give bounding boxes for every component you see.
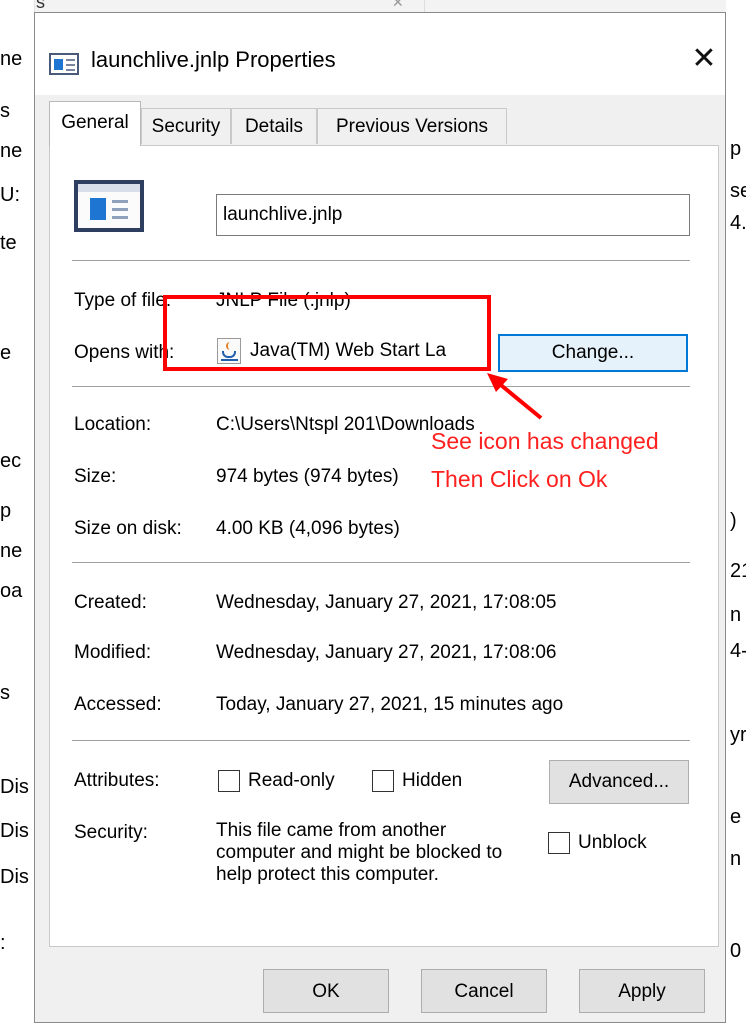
annotation-line2: Then Click on Ok [431, 466, 608, 492]
advanced-button[interactable]: Advanced... [549, 760, 689, 804]
background-text-fragment: te [0, 232, 17, 254]
change-button[interactable]: Change... [498, 334, 688, 372]
background-text-fragment: ne [0, 140, 23, 162]
separator [72, 260, 690, 261]
separator [72, 386, 690, 387]
background-text-fragment: Dis [0, 776, 29, 798]
general-tab-panel: Type of file: JNLP File (.jnlp) Opens wi… [49, 145, 719, 947]
background-text-fragment: 4. [730, 212, 746, 234]
cancel-button[interactable]: Cancel [421, 969, 547, 1013]
attributes-label: Attributes: [74, 770, 160, 791]
tab-previous-versions[interactable]: Previous Versions [317, 108, 507, 144]
created-value: Wednesday, January 27, 2021, 17:08:05 [216, 592, 557, 613]
separator [72, 562, 690, 563]
properties-dialog: launchlive.jnlp Properties ✕ General Sec… [34, 12, 726, 1023]
dialog-title: launchlive.jnlp Properties [91, 47, 336, 72]
file-type-icon [74, 180, 144, 232]
tab-security[interactable]: Security [141, 108, 231, 144]
background-text-fragment: U: [0, 184, 20, 206]
security-message-line: This file came from another [216, 820, 447, 841]
hidden-label: Hidden [402, 770, 463, 791]
separator [72, 740, 690, 741]
modified-value: Wednesday, January 27, 2021, 17:08:06 [216, 642, 557, 663]
background-text-fragment: ne [0, 48, 23, 70]
background-text-fragment: oa [0, 580, 23, 602]
file-name-input[interactable] [216, 194, 690, 236]
security-message-line: computer and might be blocked to [216, 842, 503, 863]
accessed-value: Today, January 27, 2021, 15 minutes ago [216, 694, 564, 715]
background-text-fragment: 0 [730, 940, 742, 962]
annotation-highlight-box [163, 295, 491, 371]
opens-with-label: Opens with: [74, 342, 175, 363]
location-label: Location: [74, 414, 152, 435]
title-bar[interactable]: launchlive.jnlp Properties ✕ [35, 13, 725, 95]
size-label: Size: [74, 466, 117, 487]
background-text-fragment: yr [730, 724, 746, 746]
size-value: 974 bytes (974 bytes) [216, 466, 399, 487]
background-text-fragment: se [730, 180, 746, 202]
file-properties-icon [49, 53, 79, 75]
background-text-fragment: p [730, 138, 742, 160]
background-text-fragment: s [0, 682, 10, 704]
background-text-fragment: 21 [730, 560, 746, 582]
background-text-fragment: 4- [730, 640, 746, 662]
readonly-label: Read-only [248, 770, 335, 791]
background-text-fragment: n [730, 848, 742, 870]
hidden-checkbox[interactable] [372, 770, 394, 792]
readonly-checkbox[interactable] [218, 770, 240, 792]
background-text-fragment: e [730, 806, 742, 828]
background-text-fragment: ne [0, 540, 23, 562]
created-label: Created: [74, 592, 147, 613]
security-label: Security: [74, 822, 148, 843]
unblock-checkbox[interactable] [548, 832, 570, 854]
background-text-fragment: ) [730, 510, 737, 532]
background-text-fragment: : [0, 932, 6, 954]
close-icon[interactable]: ✕ [685, 39, 723, 79]
background-text-fragment: ec [0, 450, 22, 472]
background-text-fragment: Dis [0, 866, 29, 888]
unblock-label: Unblock [578, 832, 647, 853]
background-text-fragment: p [0, 500, 12, 522]
annotation-line1: See icon has changed [431, 428, 659, 454]
background-text-fragment: n [730, 604, 742, 626]
size-on-disk-value: 4.00 KB (4,096 bytes) [216, 518, 400, 539]
ok-button[interactable]: OK [263, 969, 389, 1013]
background-text-fragment: s [0, 100, 10, 122]
apply-button[interactable]: Apply [579, 969, 705, 1013]
background-close-icon: ✕ [392, 0, 404, 10]
size-on-disk-label: Size on disk: [74, 518, 182, 539]
security-message: This file came from another computer and… [216, 820, 502, 886]
security-message-line: help protect this computer. [216, 864, 439, 885]
modified-label: Modified: [74, 642, 152, 663]
tab-details[interactable]: Details [231, 108, 317, 144]
type-of-file-label: Type of file: [74, 290, 172, 311]
tab-general[interactable]: General [49, 101, 141, 146]
background-text-fragment: e [0, 342, 12, 364]
accessed-label: Accessed: [74, 694, 162, 715]
background-text-fragment: Dis [0, 820, 29, 842]
